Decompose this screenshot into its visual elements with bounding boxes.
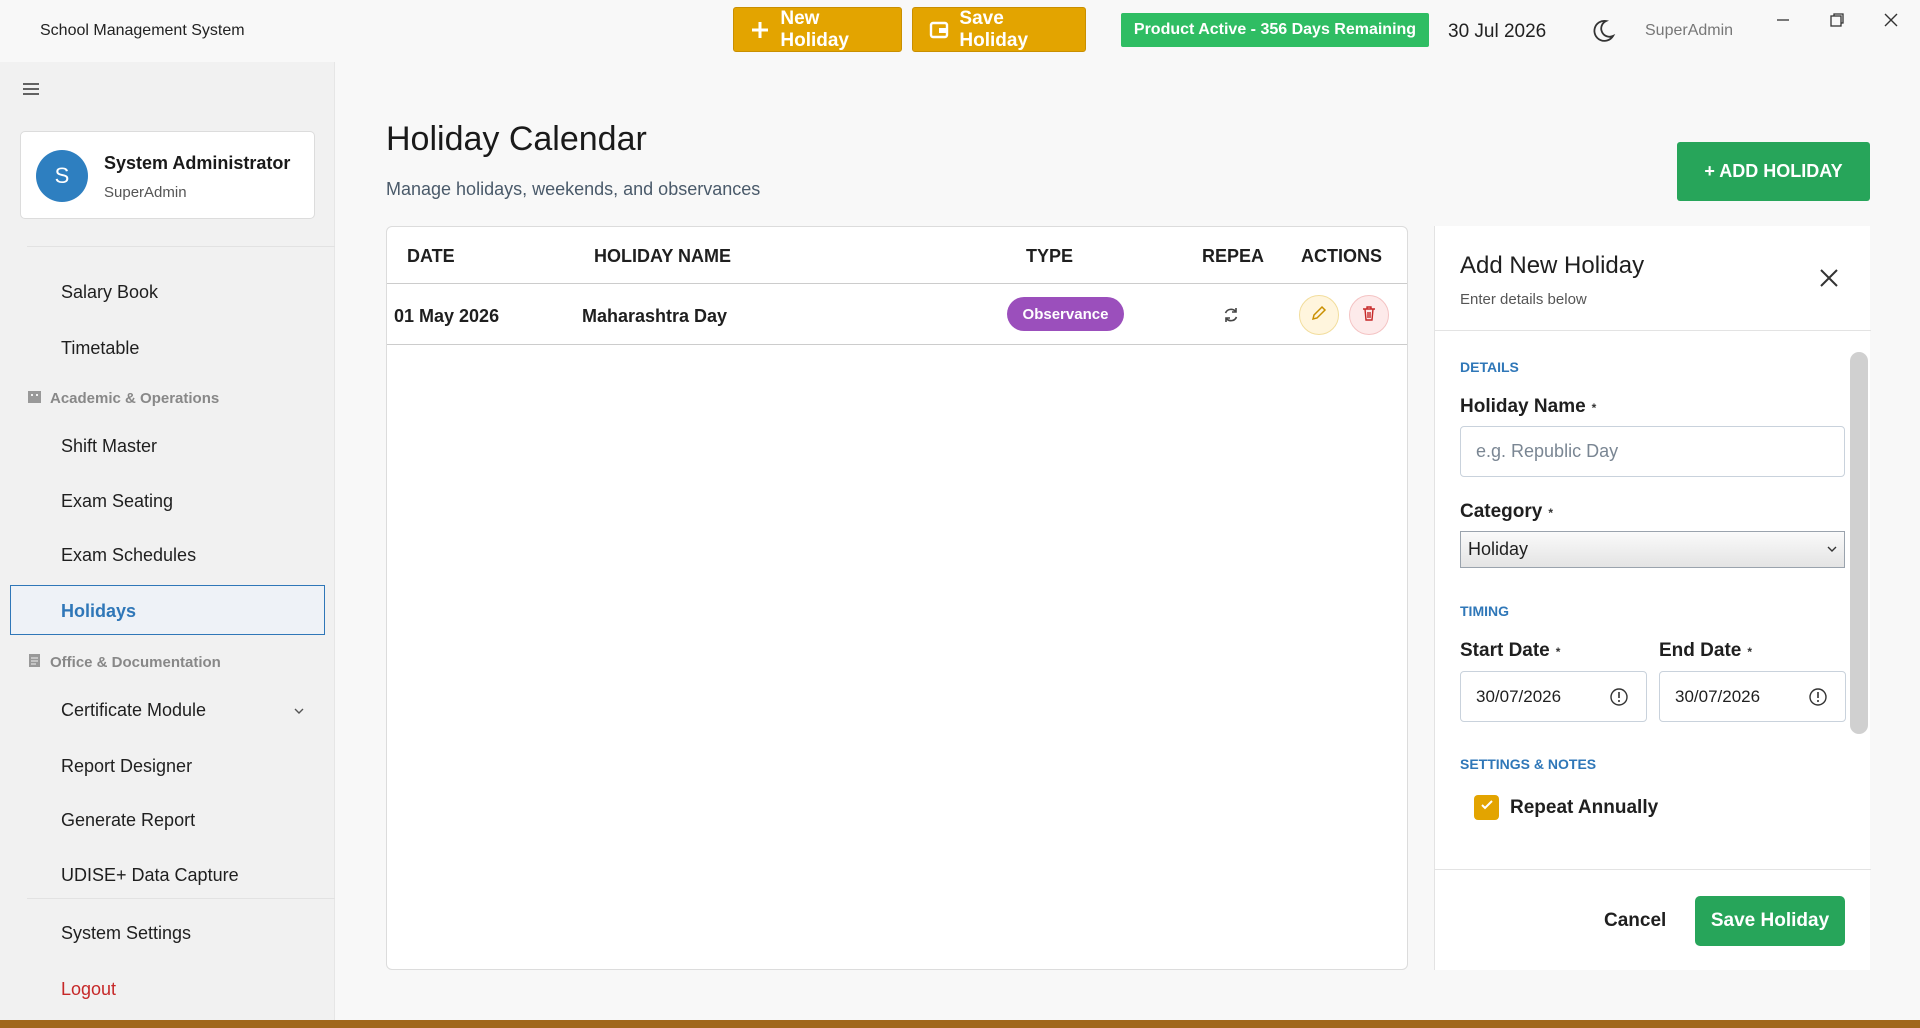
product-status-badge: Product Active - 356 Days Remaining bbox=[1121, 13, 1429, 47]
repeat-icon bbox=[1221, 305, 1241, 325]
column-header-actions: ACTIONS bbox=[1301, 246, 1382, 266]
sidebar-item-label: Holidays bbox=[61, 601, 137, 621]
column-header-type[interactable]: TYPE bbox=[1026, 246, 1073, 267]
section-details: DETAILS bbox=[1460, 359, 1519, 375]
form-title: Add New Holiday bbox=[1460, 252, 1645, 279]
chevron-down-icon[interactable] bbox=[292, 704, 306, 723]
holiday-name-label: Holiday Name * bbox=[1460, 396, 1597, 417]
column-header-name[interactable]: HOLIDAY NAME bbox=[594, 246, 731, 267]
edit-button[interactable] bbox=[1299, 295, 1339, 335]
info-icon bbox=[1808, 687, 1828, 707]
end-date-input[interactable]: 30/07/2026 bbox=[1659, 671, 1846, 722]
start-date-value: 30/07/2026 bbox=[1476, 686, 1562, 706]
delete-button[interactable] bbox=[1349, 295, 1389, 335]
save-holiday-top-button[interactable]: Save Holiday bbox=[912, 7, 1086, 52]
sidebar-item-logout[interactable]: Logout bbox=[61, 979, 116, 1000]
divider bbox=[27, 246, 335, 247]
sidebar-item-exam-schedules[interactable]: Exam Schedules bbox=[61, 545, 196, 566]
row-holiday-name: Maharashtra Day bbox=[582, 306, 728, 326]
category-select[interactable]: Holiday bbox=[1460, 531, 1845, 568]
page-subtitle: Manage holidays, weekends, and observanc… bbox=[386, 179, 761, 199]
pencil-icon bbox=[1310, 304, 1328, 327]
sidebar-item-report-designer[interactable]: Report Designer bbox=[61, 756, 192, 777]
section-academic-operations: Academic & Operations bbox=[27, 389, 219, 408]
sidebar-item-generate-report[interactable]: Generate Report bbox=[61, 810, 195, 831]
info-icon bbox=[1609, 687, 1629, 707]
section-label: Office & Documentation bbox=[50, 654, 221, 671]
repeat-annually-checkbox[interactable] bbox=[1474, 795, 1499, 820]
app-title: School Management System bbox=[40, 22, 245, 39]
row-divider bbox=[387, 344, 1407, 345]
title-bar: School Management System New Holiday Sav… bbox=[0, 0, 1920, 62]
column-header-date[interactable]: DATE bbox=[407, 246, 455, 267]
save-holiday-top-label: Save Holiday bbox=[959, 7, 1029, 51]
section-settings-notes: SETTINGS & NOTES bbox=[1460, 756, 1597, 772]
column-header-repeat[interactable]: REPEA bbox=[1202, 246, 1264, 267]
trash-icon bbox=[1360, 304, 1378, 327]
top-username[interactable]: SuperAdmin bbox=[1645, 22, 1733, 40]
sidebar-item-udise[interactable]: UDISE+ Data Capture bbox=[61, 865, 239, 886]
wallet-icon bbox=[929, 19, 949, 41]
add-holiday-button[interactable]: + ADD HOLIDAY bbox=[1677, 142, 1870, 201]
close-window-icon[interactable] bbox=[1876, 8, 1906, 32]
cancel-button[interactable]: Cancel bbox=[1604, 910, 1666, 932]
section-label: Academic & Operations bbox=[50, 390, 220, 407]
category-label: Category * bbox=[1460, 501, 1554, 522]
section-timing: TIMING bbox=[1460, 603, 1509, 619]
form-subtitle: Enter details below bbox=[1460, 291, 1587, 308]
sidebar-item-holidays[interactable]: Holidays bbox=[10, 585, 325, 635]
end-date-label: End Date * bbox=[1659, 640, 1753, 661]
repeat-annually-label[interactable]: Repeat Annually bbox=[1510, 797, 1658, 819]
chevron-down-icon bbox=[1825, 540, 1839, 554]
sidebar: S System Administrator SuperAdmin Salary… bbox=[0, 62, 335, 1020]
save-holiday-button[interactable]: Save Holiday bbox=[1695, 896, 1845, 946]
type-badge: Observance bbox=[1007, 297, 1124, 331]
page-title: Holiday Calendar bbox=[386, 120, 647, 158]
sidebar-item-salary-book[interactable]: Salary Book bbox=[61, 282, 158, 303]
moon-icon[interactable] bbox=[1590, 18, 1616, 44]
profile-role: SuperAdmin bbox=[104, 184, 187, 201]
close-icon[interactable] bbox=[1817, 266, 1841, 290]
current-date: 30 Jul 2026 bbox=[1448, 21, 1547, 42]
sidebar-item-timetable[interactable]: Timetable bbox=[61, 338, 139, 359]
end-date-value: 30/07/2026 bbox=[1675, 686, 1761, 706]
building-icon bbox=[27, 389, 42, 408]
sidebar-item-exam-seating[interactable]: Exam Seating bbox=[61, 491, 173, 512]
divider bbox=[27, 898, 335, 899]
sidebar-item-system-settings[interactable]: System Settings bbox=[61, 923, 191, 944]
start-date-label: Start Date * bbox=[1460, 640, 1561, 661]
profile-name: System Administrator bbox=[104, 153, 291, 173]
new-holiday-button[interactable]: New Holiday bbox=[733, 7, 902, 52]
form-footer-divider bbox=[1435, 869, 1871, 870]
plus-icon bbox=[750, 19, 770, 41]
new-holiday-label: New Holiday bbox=[780, 7, 849, 51]
sidebar-item-shift-master[interactable]: Shift Master bbox=[61, 436, 157, 457]
start-date-input[interactable]: 30/07/2026 bbox=[1460, 671, 1647, 722]
sidebar-item-certificate-module[interactable]: Certificate Module bbox=[61, 700, 206, 721]
section-office-documentation: Office & Documentation bbox=[27, 653, 221, 672]
form-scrollbar[interactable] bbox=[1850, 352, 1868, 734]
category-value: Holiday bbox=[1468, 539, 1529, 559]
minimize-icon[interactable] bbox=[1768, 8, 1798, 32]
document-icon bbox=[27, 653, 42, 672]
profile-card: S System Administrator SuperAdmin bbox=[20, 131, 315, 219]
checkmark-icon bbox=[1479, 797, 1495, 818]
holiday-name-input[interactable] bbox=[1460, 426, 1845, 477]
hamburger-menu-icon[interactable] bbox=[22, 80, 40, 98]
holiday-table: DATE HOLIDAY NAME TYPE REPEA ACTIONS 01 … bbox=[386, 226, 1408, 970]
header-divider bbox=[387, 283, 1407, 284]
add-holiday-panel: Add New Holiday Enter details below DETA… bbox=[1434, 226, 1871, 970]
maximize-icon[interactable] bbox=[1822, 8, 1852, 32]
form-header-divider bbox=[1435, 330, 1871, 331]
taskbar-strip bbox=[0, 1020, 1920, 1028]
row-date: 01 May 2026 bbox=[394, 306, 500, 326]
avatar: S bbox=[36, 150, 88, 202]
